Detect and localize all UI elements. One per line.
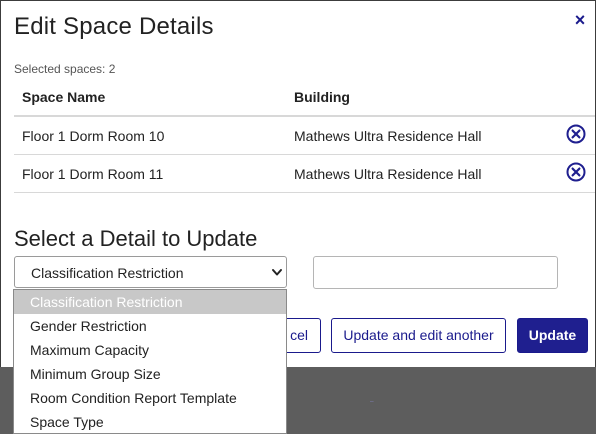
space-name-cell: Floor 1 Dorm Room 10 — [22, 128, 165, 144]
detail-dropdown-list: Classification Restriction Gender Restri… — [13, 289, 287, 434]
close-icon[interactable]: × — [571, 11, 589, 29]
chevron-down-icon — [272, 269, 282, 276]
table-row: Floor 1 Dorm Room 11 Mathews Ultra Resid… — [14, 155, 595, 193]
table-row: Floor 1 Dorm Room 10 Mathews Ultra Resid… — [14, 117, 595, 155]
select-detail-heading: Select a Detail to Update — [14, 226, 258, 251]
selected-spaces-count: Selected spaces: 2 — [14, 62, 116, 76]
selected-spaces-table: Space Name Building Floor 1 Dorm Room 10… — [14, 81, 595, 193]
dropdown-option-gender-restriction[interactable]: Gender Restriction — [14, 314, 286, 338]
remove-circle-icon[interactable] — [566, 162, 586, 182]
dropdown-option-room-condition-report-template[interactable]: Room Condition Report Template — [14, 386, 286, 410]
detail-select[interactable]: Classification Restriction — [14, 256, 287, 288]
update-and-edit-another-button[interactable]: Update and edit another — [331, 318, 506, 353]
backdrop-obscured-link — [370, 388, 556, 402]
modal-title: Edit Space Details — [14, 13, 214, 40]
building-cell: Mathews Ultra Residence Hall — [294, 166, 482, 182]
remove-circle-icon[interactable] — [566, 124, 586, 144]
building-cell: Mathews Ultra Residence Hall — [294, 128, 482, 144]
space-name-cell: Floor 1 Dorm Room 11 — [22, 166, 164, 182]
table-header-row: Space Name Building — [14, 81, 595, 117]
detail-value-input[interactable] — [313, 256, 558, 289]
dropdown-option-minimum-group-size[interactable]: Minimum Group Size — [14, 362, 286, 386]
dropdown-option-classification-restriction[interactable]: Classification Restriction — [14, 290, 286, 314]
column-header-space-name: Space Name — [22, 89, 106, 105]
detail-select-value: Classification Restriction — [31, 265, 184, 281]
dropdown-option-space-type[interactable]: Space Type — [14, 410, 286, 433]
update-button[interactable]: Update — [517, 318, 588, 353]
column-header-building: Building — [294, 89, 350, 105]
dropdown-option-maximum-capacity[interactable]: Maximum Capacity — [14, 338, 286, 362]
